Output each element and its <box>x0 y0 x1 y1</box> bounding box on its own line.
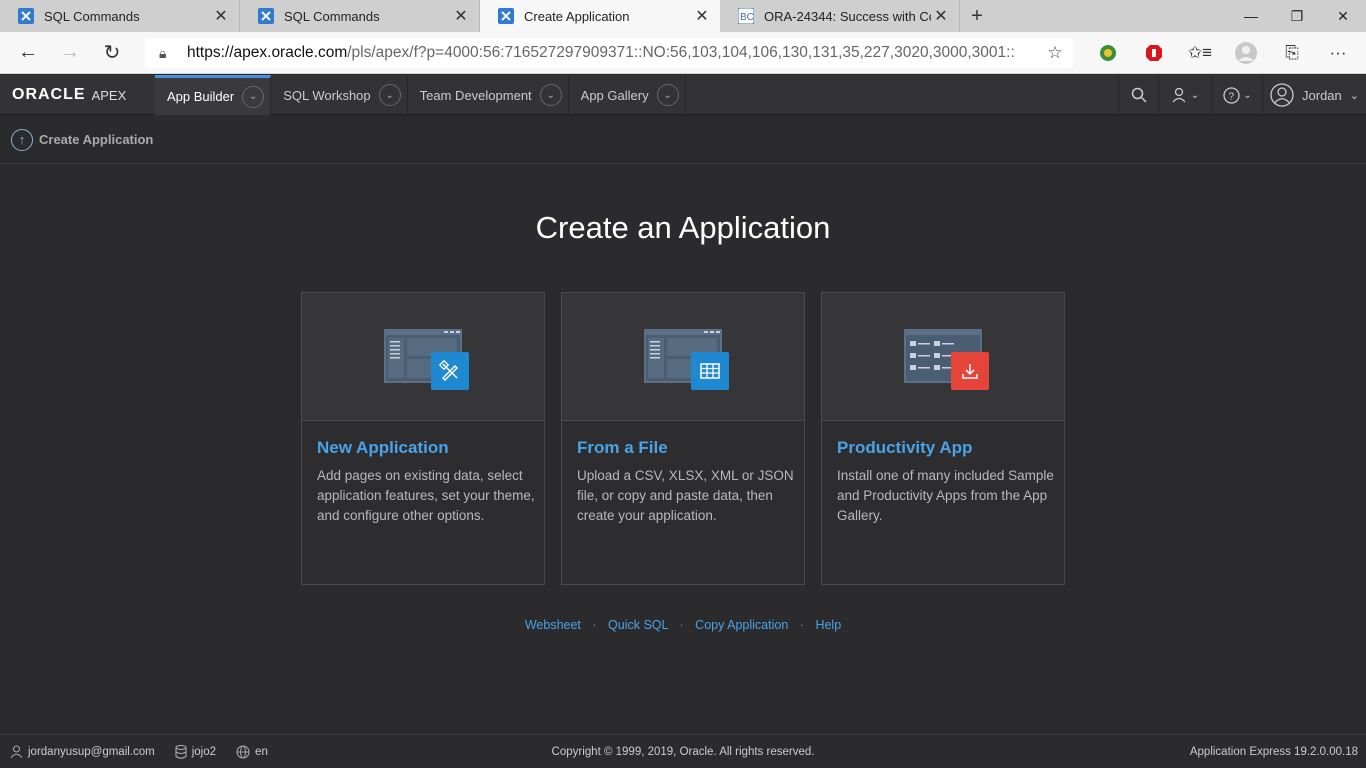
menu-app-builder[interactable]: App Builder ⌄ <box>155 75 272 115</box>
apex-right-nav: ⌄ ? ⌄ Jordan ⌄ <box>1118 75 1366 115</box>
menu-label: Team Development <box>419 87 532 103</box>
card-description: Add pages on existing data, select appli… <box>317 468 535 523</box>
browser-tab-active[interactable]: Create Application ✕ <box>480 0 720 32</box>
database-icon <box>175 744 187 759</box>
separator-dot: · <box>679 618 684 632</box>
extension-globe-icon[interactable] <box>1085 32 1131 74</box>
back-button[interactable]: ← <box>7 32 49 74</box>
more-menu-icon[interactable]: ··· <box>1315 32 1361 74</box>
tab-title: Create Application <box>524 8 630 24</box>
card-title[interactable]: Productivity App <box>837 438 972 458</box>
browser-tab[interactable]: BC ORA-24344: Success with Compi ✕ <box>720 0 960 32</box>
separator-dot: · <box>799 618 804 632</box>
apex-favicon-icon <box>498 8 514 24</box>
footer-workspace[interactable]: jojo2 <box>175 744 217 759</box>
close-tab-icon[interactable]: ✕ <box>692 6 712 26</box>
footer-workspace-name: jojo2 <box>191 745 217 758</box>
menu-app-gallery[interactable]: App Gallery ⌄ <box>569 75 686 115</box>
browser-tab[interactable]: SQL Commands ✕ <box>240 0 480 32</box>
version-text: Application Express 19.2.0.00.18 <box>1189 745 1358 758</box>
menu-label: App Builder <box>167 89 235 104</box>
browser-tab[interactable]: SQL Commands ✕ <box>0 0 240 32</box>
apex-favicon-icon <box>18 8 34 24</box>
chevron-down-icon[interactable]: ⌄ <box>378 84 401 106</box>
link-quick-sql[interactable]: Quick SQL <box>608 618 668 632</box>
refresh-button[interactable]: ↻ <box>91 32 133 74</box>
secondary-links: Websheet · Quick SQL · Copy Application … <box>0 618 1366 632</box>
browser-toolbar: ← → ↻ 🔒︎ https://apex.oracle.com/pls/ape… <box>0 32 1366 74</box>
separator-dot: · <box>592 618 597 632</box>
chevron-down-icon[interactable]: ⌄ <box>656 84 679 106</box>
oracle-apex-logo[interactable]: ORACLE APEX <box>0 75 155 115</box>
close-tab-icon[interactable]: ✕ <box>931 6 951 26</box>
pencil-ruler-icon <box>431 352 469 390</box>
svg-text:BC: BC <box>740 12 754 23</box>
avatar-icon <box>1270 83 1294 107</box>
menu-label: App Gallery <box>580 87 649 103</box>
user-menu[interactable]: Jordan ⌄ <box>1262 75 1366 115</box>
extension-icons: ✩≡ ⎘ ··· <box>1085 32 1361 74</box>
page-title: Create an Application <box>535 210 831 245</box>
share-icon[interactable]: ⎘ <box>1269 32 1315 74</box>
chevron-down-icon[interactable]: ⌄ <box>539 84 562 106</box>
address-bar[interactable]: 🔒︎ https://apex.oracle.com/pls/apex/f?p=… <box>145 38 1073 68</box>
breadcrumb: ↑ Create Application <box>0 116 1366 164</box>
footer: jordanyusup@gmail.com jojo2 en Copyright… <box>0 734 1366 768</box>
url-text: https://apex.oracle.com/pls/apex/f?p=400… <box>187 44 1015 61</box>
tab-title: ORA-24344: Success with Compi <box>764 8 931 24</box>
card-illustration <box>822 293 1064 421</box>
close-window-button[interactable]: ✕ <box>1320 0 1366 32</box>
close-tab-icon[interactable]: ✕ <box>451 6 471 26</box>
new-tab-button[interactable]: + <box>960 0 994 32</box>
download-icon <box>951 352 989 390</box>
breadcrumb-current: Create Application <box>39 132 154 147</box>
user-icon <box>10 745 23 758</box>
tab-title: SQL Commands <box>44 8 140 24</box>
minimize-button[interactable]: — <box>1228 0 1274 32</box>
menu-label: SQL Workshop <box>283 87 371 103</box>
profile-avatar-icon[interactable] <box>1223 32 1269 74</box>
link-help[interactable]: Help <box>815 618 841 632</box>
window-controls: — ❐ ✕ <box>1228 0 1366 32</box>
card-from-a-file[interactable]: From a File Upload a CSV, XLSX, XML or J… <box>561 292 805 585</box>
lock-icon: 🔒︎ <box>159 44 167 61</box>
apex-favicon-icon <box>258 8 274 24</box>
adblock-icon[interactable] <box>1131 32 1177 74</box>
card-new-application[interactable]: New Application Add pages on existing da… <box>301 292 545 585</box>
globe-icon <box>236 744 250 759</box>
arrow-up-icon[interactable]: ↑ <box>11 128 33 151</box>
card-title[interactable]: New Application <box>317 438 449 458</box>
forward-button[interactable]: → <box>49 32 91 74</box>
restore-button[interactable]: ❐ <box>1274 0 1320 32</box>
chevron-down-icon[interactable]: ⌄ <box>242 85 265 108</box>
apex-navigation-bar: ORACLE APEX App Builder ⌄ SQL Workshop ⌄… <box>0 75 1366 115</box>
bc-favicon-icon: BC <box>738 8 754 24</box>
close-tab-icon[interactable]: ✕ <box>211 6 231 26</box>
card-description: Upload a CSV, XLSX, XML or JSON file, or… <box>577 468 794 523</box>
footer-email: jordanyusup@gmail.com <box>28 745 155 758</box>
search-icon[interactable] <box>1118 75 1158 115</box>
browser-tab-strip: SQL Commands ✕ SQL Commands ✕ Create App… <box>0 0 1366 32</box>
administration-icon[interactable]: ⌄ <box>1158 75 1212 115</box>
card-illustration <box>302 293 544 421</box>
user-name: Jordan <box>1302 87 1342 103</box>
tab-title: SQL Commands <box>284 8 380 24</box>
menu-team-development[interactable]: Team Development ⌄ <box>408 75 569 115</box>
card-title[interactable]: From a File <box>577 438 668 458</box>
card-description: Install one of many included Sample and … <box>837 468 1054 523</box>
footer-language-code: en <box>255 745 268 758</box>
footer-user[interactable]: jordanyusup@gmail.com <box>10 745 155 758</box>
menu-sql-workshop[interactable]: SQL Workshop ⌄ <box>271 75 408 115</box>
card-illustration <box>562 293 804 421</box>
svg-text:?: ? <box>1229 91 1235 102</box>
card-productivity-app[interactable]: Productivity App Install one of many inc… <box>821 292 1065 585</box>
link-websheet[interactable]: Websheet <box>525 618 581 632</box>
footer-language[interactable]: en <box>236 744 268 759</box>
help-icon[interactable]: ? ⌄ <box>1212 75 1262 115</box>
favorite-star-icon[interactable]: ☆ <box>1037 43 1073 63</box>
link-copy-application[interactable]: Copy Application <box>695 618 788 632</box>
favorites-list-icon[interactable]: ✩≡ <box>1177 32 1223 74</box>
chevron-down-icon: ⌄ <box>1349 89 1359 102</box>
grid-icon <box>691 352 729 390</box>
